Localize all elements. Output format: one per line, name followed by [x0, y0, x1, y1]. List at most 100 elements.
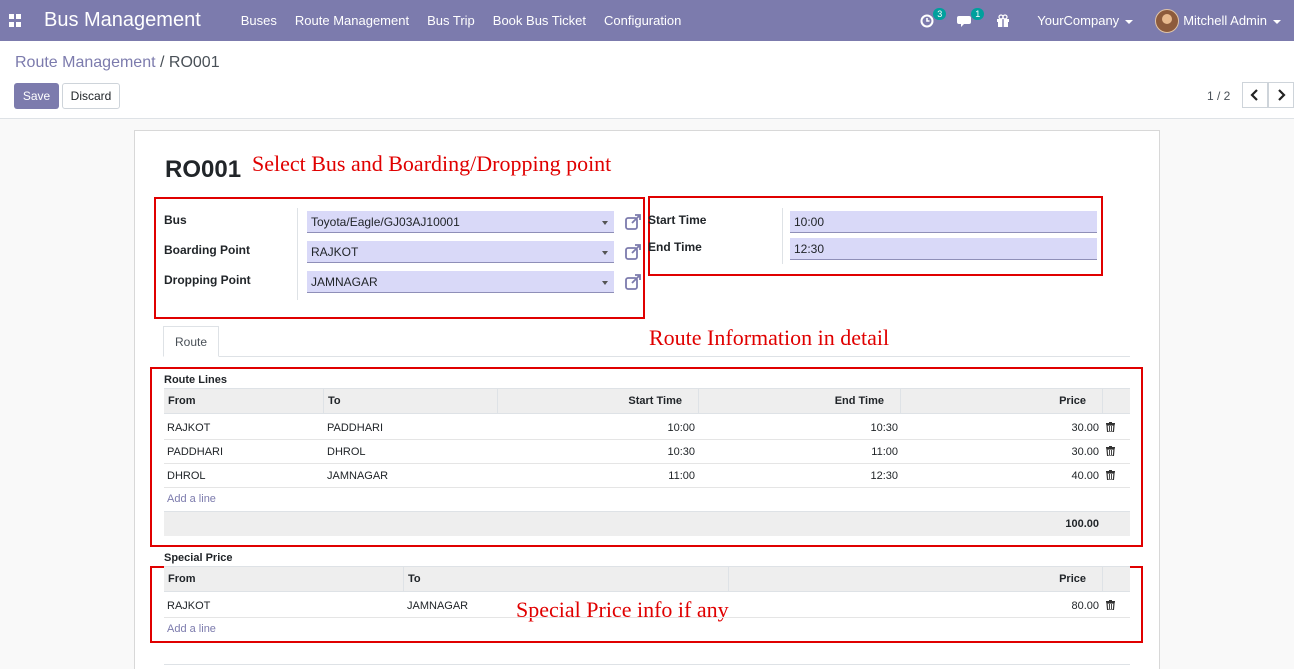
dropdown-caret-icon [602, 221, 608, 225]
messages-icon[interactable]: 1 [955, 7, 985, 31]
activity-icon[interactable]: 3 [917, 7, 947, 31]
column-header-from[interactable]: From [164, 567, 404, 591]
tab-bar-line [163, 356, 1130, 357]
chevron-right-icon [1278, 89, 1286, 101]
bus-label: Bus [164, 213, 187, 227]
trash-icon[interactable] [1106, 446, 1115, 456]
breadcrumb-current: RO001 [168, 54, 220, 71]
cell-to: PADDHARI [327, 422, 384, 434]
user-avatar[interactable] [1155, 8, 1180, 33]
company-switcher[interactable]: YourCompany [1037, 13, 1134, 28]
menu-route-management[interactable]: Route Management [295, 13, 409, 28]
table-row[interactable]: DHROL JAMNAGAR 11:00 12:30 40.00 [164, 464, 1130, 488]
trash-icon[interactable] [1106, 422, 1115, 432]
breadcrumb-parent[interactable]: Route Management [15, 54, 156, 71]
dropdown-caret-icon [602, 281, 608, 285]
column-header-from[interactable]: From [164, 389, 324, 413]
trash-icon[interactable] [1106, 470, 1115, 480]
dropping-point-value: JAMNAGAR [311, 275, 378, 289]
menu-buses[interactable]: Buses [241, 13, 277, 28]
trash-icon[interactable] [1106, 600, 1115, 610]
cell-end-time: 12:30 [870, 470, 898, 482]
field-separator [297, 208, 298, 300]
pager-previous-button[interactable] [1242, 82, 1268, 108]
field-separator [782, 208, 783, 264]
app-title[interactable]: Bus Management [44, 9, 201, 32]
table-row[interactable]: PADDHARI DHROL 10:30 11:00 30.00 [164, 440, 1130, 464]
cell-to: JAMNAGAR [407, 600, 469, 612]
column-header-start-time[interactable]: Start Time [498, 389, 699, 413]
cell-start-time: 10:00 [667, 422, 695, 434]
menu-book-bus-ticket[interactable]: Book Bus Ticket [493, 13, 586, 28]
cell-from: DHROL [167, 470, 206, 482]
cell-from: RAJKOT [167, 600, 211, 612]
cell-end-time: 10:30 [870, 422, 898, 434]
cell-from: RAJKOT [167, 422, 211, 434]
chevron-down-icon [1273, 19, 1281, 24]
cell-start-time: 10:30 [667, 446, 695, 458]
boarding-point-label: Boarding Point [164, 243, 250, 257]
top-navbar: Bus Management Buses Route Management Bu… [0, 0, 1294, 41]
boarding-point-select[interactable]: RAJKOT [307, 241, 614, 263]
external-link-icon[interactable] [624, 243, 642, 261]
dropping-point-label: Dropping Point [164, 273, 251, 287]
cell-to: JAMNAGAR [327, 470, 389, 482]
dropdown-caret-icon [602, 251, 608, 255]
table-row[interactable]: RAJKOT JAMNAGAR 80.00 [164, 594, 1130, 618]
cell-price: 30.00 [1071, 446, 1099, 458]
annotation-select: Select Bus and Boarding/Dropping point [252, 151, 612, 176]
pager-value: 1 / 2 [1207, 89, 1231, 103]
table-row[interactable]: RAJKOT PADDHARI 10:00 10:30 30.00 [164, 416, 1130, 440]
route-lines-total: 100.00 [1065, 518, 1099, 530]
end-time-input[interactable]: 12:30 [790, 238, 1097, 260]
messages-badge: 1 [971, 7, 985, 20]
route-lines-footer: 100.00 [164, 512, 1130, 536]
route-lines-header: From To Start Time End Time Price [164, 388, 1130, 414]
dropping-point-select[interactable]: JAMNAGAR [307, 271, 614, 293]
cell-start-time: 11:00 [668, 470, 695, 482]
column-header-to[interactable]: To [404, 567, 729, 591]
chevron-down-icon [1125, 19, 1134, 24]
highlight-box-time-fields [648, 196, 1103, 276]
discard-button[interactable]: Discard [62, 83, 120, 109]
bus-select[interactable]: Toyota/Eagle/GJ03AJ10001 [307, 211, 614, 233]
breadcrumb: Route Management / RO001 [15, 54, 220, 72]
boarding-point-value: RAJKOT [311, 245, 359, 259]
cell-from: PADDHARI [167, 446, 224, 458]
cell-to: DHROL [327, 446, 366, 458]
column-header-to[interactable]: To [324, 389, 498, 413]
apps-menu-icon[interactable] [9, 13, 23, 28]
bus-select-value: Toyota/Eagle/GJ03AJ10001 [311, 215, 460, 229]
pager-next-button[interactable] [1268, 82, 1294, 108]
cell-price: 30.00 [1071, 422, 1099, 434]
start-time-label: Start Time [648, 213, 707, 227]
user-menu[interactable]: Mitchell Admin [1183, 13, 1281, 28]
tab-route[interactable]: Route [163, 326, 219, 357]
column-header-price[interactable]: Price [901, 389, 1103, 413]
special-price-header: From To Price [164, 566, 1130, 592]
add-a-line-link[interactable]: Add a line [167, 623, 216, 635]
menu-bus-trip[interactable]: Bus Trip [427, 13, 475, 28]
save-button[interactable]: Save [14, 83, 59, 109]
column-header-price[interactable]: Price [729, 567, 1103, 591]
company-name: YourCompany [1037, 13, 1120, 28]
end-time-label: End Time [648, 240, 702, 254]
annotation-route-info: Route Information in detail [649, 325, 890, 350]
user-name: Mitchell Admin [1183, 13, 1267, 28]
special-price-title: Special Price [164, 552, 233, 564]
table-empty-row [164, 488, 1130, 512]
chevron-left-icon [1250, 89, 1258, 101]
control-panel: Route Management / RO001 Save Discard 1 … [0, 41, 1294, 119]
menu-configuration[interactable]: Configuration [604, 13, 681, 28]
start-time-input[interactable]: 10:00 [790, 211, 1097, 233]
external-link-icon[interactable] [624, 273, 642, 291]
route-lines-title: Route Lines [164, 374, 227, 386]
record-title: RO001 [165, 156, 242, 183]
gift-icon[interactable] [993, 11, 1013, 31]
cell-price: 80.00 [1071, 600, 1099, 612]
external-link-icon[interactable] [624, 213, 642, 231]
cell-end-time: 11:00 [871, 446, 898, 458]
column-header-end-time[interactable]: End Time [699, 389, 901, 413]
cell-price: 40.00 [1071, 470, 1099, 482]
divider [164, 664, 1130, 665]
